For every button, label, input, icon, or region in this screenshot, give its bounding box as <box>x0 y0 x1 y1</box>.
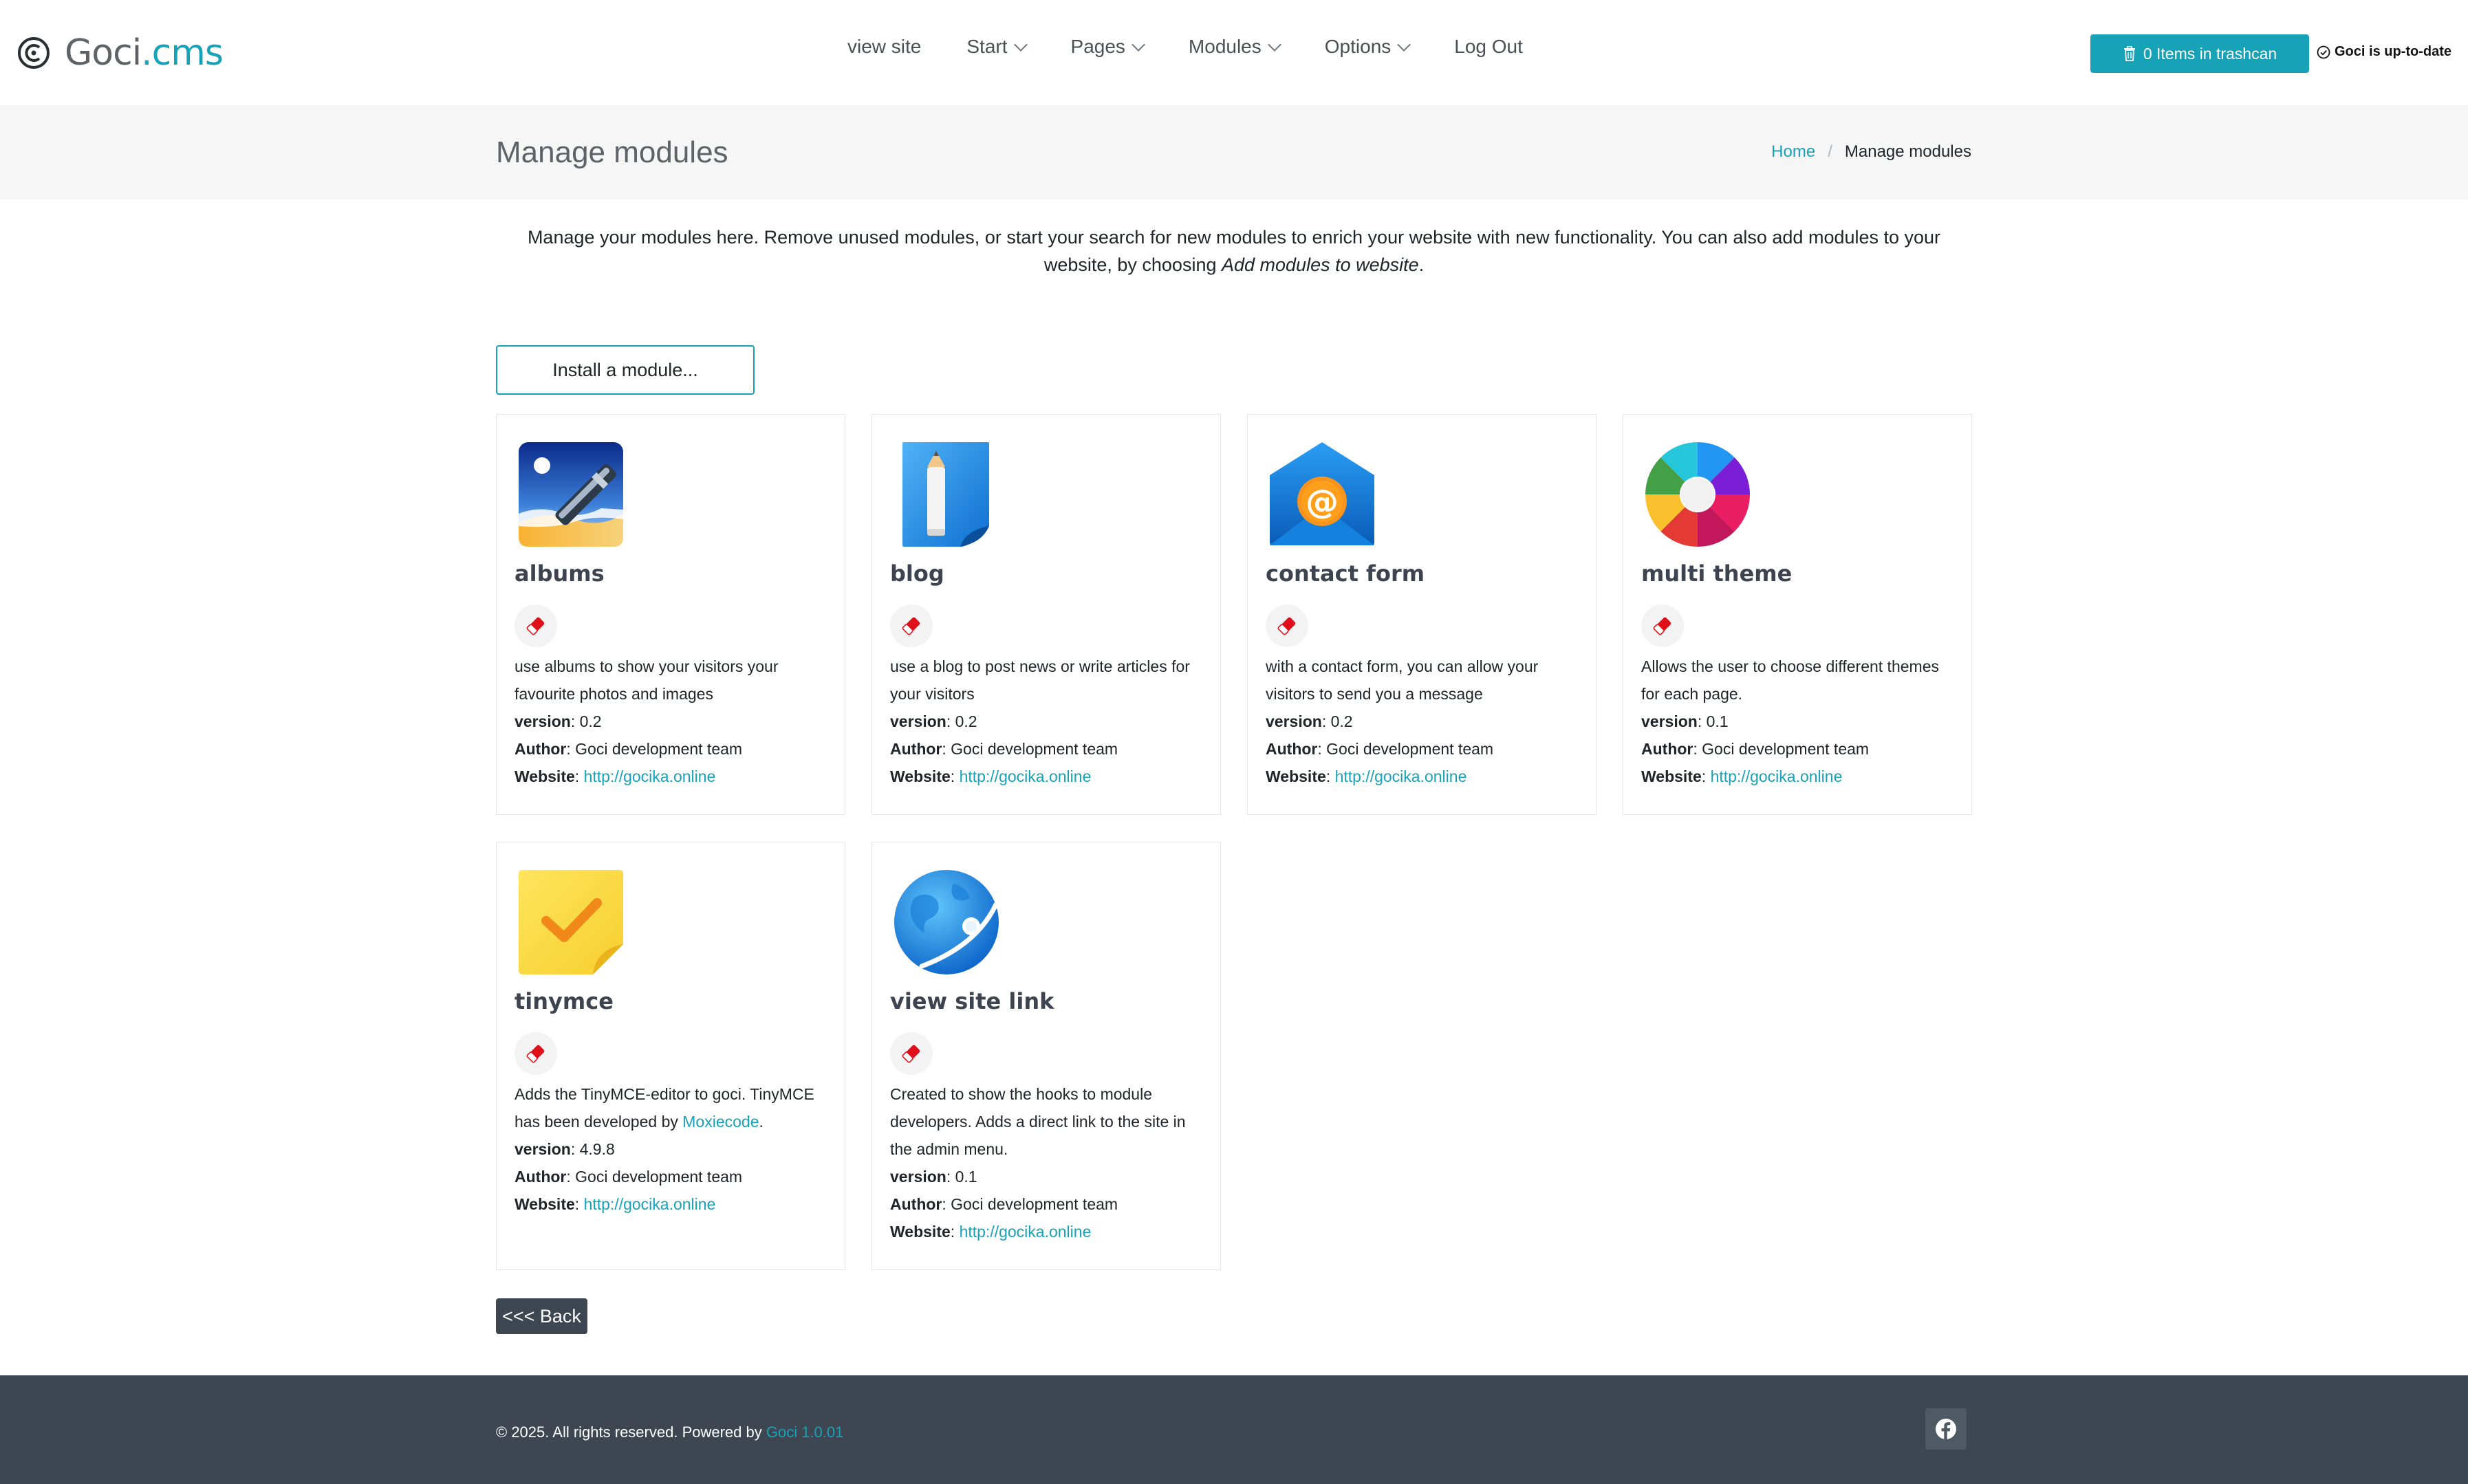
module-author: Author: Goci development team <box>890 1195 1118 1213</box>
update-status: Goci is up-to-date <box>2317 44 2451 60</box>
module-description: use a blog to post news or write article… <box>890 657 1190 703</box>
module-author: Author: Goci development team <box>515 1168 743 1186</box>
module-description: use albums to show your visitors your fa… <box>515 657 779 703</box>
module-author: Author: Goci development team <box>1641 740 1870 758</box>
module-version: version: 0.2 <box>1266 712 1353 730</box>
install-module-button[interactable]: Install a module... <box>496 345 755 395</box>
goci-logo-icon <box>17 36 51 70</box>
facebook-icon <box>1936 1419 1956 1439</box>
module-description: with a contact form, you can allow your … <box>1266 657 1539 703</box>
module-website-link[interactable]: http://gocika.online <box>584 767 716 785</box>
nav-options[interactable]: Options <box>1325 36 1411 58</box>
module-version: version: 4.9.8 <box>515 1140 615 1158</box>
breadcrumb-current: Manage modules <box>1844 142 1971 161</box>
module-version: version: 0.1 <box>890 1168 977 1186</box>
remove-module-button[interactable] <box>515 604 557 647</box>
nav-start[interactable]: Start <box>966 36 1028 58</box>
module-name: blog <box>890 560 944 587</box>
module-name: contact form <box>1266 560 1425 587</box>
module-website: Website: http://gocika.online <box>890 1223 1092 1241</box>
module-description: Adds the TinyMCE-editor to goci. TinyMCE… <box>515 1085 814 1131</box>
module-card-tinymce: tinymce Adds the TinyMCE-editor to goci.… <box>496 842 845 1270</box>
back-button[interactable]: <<< Back <box>496 1298 587 1334</box>
module-website-link[interactable]: http://gocika.online <box>1335 767 1467 785</box>
module-card-view-site-link: view site link Created to show the hooks… <box>872 842 1221 1270</box>
update-status-label: Goci is up-to-date <box>2335 44 2451 59</box>
eraser-icon <box>902 617 920 635</box>
breadcrumb: Home / Manage modules <box>1771 142 1971 162</box>
module-name: view site link <box>890 988 1054 1014</box>
powered-by-link[interactable]: Goci 1.0.01 <box>766 1423 844 1441</box>
top-navbar: Goci.cms view site Start Pages Modules O… <box>0 0 2468 105</box>
module-website-link[interactable]: http://gocika.online <box>960 767 1092 785</box>
module-version: version: 0.2 <box>890 712 977 730</box>
eraser-icon <box>1653 617 1671 635</box>
module-website-link[interactable]: http://gocika.online <box>584 1195 716 1213</box>
intro-emphasis: Add modules to website <box>1221 254 1419 275</box>
breadcrumb-separator: / <box>1828 142 1832 161</box>
module-card-multi-theme: multi theme Allows the user to choose di… <box>1623 414 1972 815</box>
trashcan-button[interactable]: 0 Items in trashcan <box>2090 34 2309 73</box>
module-website: Website: http://gocika.online <box>515 767 716 785</box>
module-version: version: 0.1 <box>1641 712 1729 730</box>
blog-icon <box>894 442 999 547</box>
module-version: version: 0.2 <box>515 712 602 730</box>
module-author: Author: Goci development team <box>890 740 1118 758</box>
module-description: Created to show the hooks to module deve… <box>890 1085 1186 1158</box>
module-card-albums: albums use albums to show your visitors … <box>496 414 845 815</box>
chevron-down-icon <box>1397 38 1411 52</box>
module-name: albums <box>515 560 605 587</box>
trash-icon <box>2123 46 2135 61</box>
nav-pages[interactable]: Pages <box>1071 36 1145 58</box>
eraser-icon <box>526 617 545 635</box>
view-site-link-icon <box>894 870 999 974</box>
module-card-blog: blog use a blog to post news or write ar… <box>872 414 1221 815</box>
module-website: Website: http://gocika.online <box>515 1195 716 1213</box>
intro-text: Manage your modules here. Remove unused … <box>527 227 1941 275</box>
module-website: Website: http://gocika.online <box>890 767 1092 785</box>
nav-log-out[interactable]: Log Out <box>1454 36 1523 58</box>
footer: © 2025. All rights reserved. Powered by … <box>0 1375 2468 1484</box>
module-author: Author: Goci development team <box>1266 740 1494 758</box>
eraser-icon <box>902 1045 920 1063</box>
module-website-link[interactable]: http://gocika.online <box>960 1223 1092 1241</box>
trashcan-label: 0 Items in trashcan <box>2143 44 2277 63</box>
page-header-band: Manage modules Home / Manage modules <box>0 105 2468 199</box>
remove-module-button[interactable] <box>1266 604 1308 647</box>
facebook-button[interactable] <box>1925 1408 1967 1450</box>
tinymce-icon <box>519 870 623 974</box>
svg-text:@: @ <box>1306 483 1339 521</box>
module-description: Allows the user to choose different them… <box>1641 657 1939 703</box>
main-nav: view site Start Pages Modules Options Lo… <box>847 36 1568 58</box>
albums-icon <box>519 442 623 547</box>
module-card-contact-form: @ contact form with a contact form, you … <box>1247 414 1596 815</box>
multi-theme-icon <box>1645 442 1750 547</box>
eraser-icon <box>526 1045 545 1063</box>
module-website: Website: http://gocika.online <box>1266 767 1467 785</box>
remove-module-button[interactable] <box>1641 604 1684 647</box>
page-title: Manage modules <box>496 135 728 169</box>
brand-logo[interactable]: Goci.cms <box>17 29 224 77</box>
contact-form-icon: @ <box>1270 442 1374 547</box>
module-author: Author: Goci development team <box>515 740 743 758</box>
check-circle-icon <box>2317 45 2330 58</box>
breadcrumb-home-link[interactable]: Home <box>1771 142 1815 162</box>
remove-module-button[interactable] <box>890 604 933 647</box>
module-name: tinymce <box>515 988 614 1014</box>
nav-view-site[interactable]: view site <box>847 36 921 58</box>
chevron-down-icon <box>1013 38 1028 52</box>
copyright-text: © 2025. All rights reserved. Powered by … <box>496 1423 844 1441</box>
chevron-down-icon <box>1267 38 1281 52</box>
eraser-icon <box>1277 617 1296 635</box>
nav-modules[interactable]: Modules <box>1189 36 1281 58</box>
brand-name: Goci.cms <box>65 32 224 74</box>
remove-module-button[interactable] <box>890 1032 933 1075</box>
module-website-link[interactable]: http://gocika.online <box>1711 767 1843 785</box>
module-website: Website: http://gocika.online <box>1641 767 1843 785</box>
remove-module-button[interactable] <box>515 1032 557 1075</box>
chevron-down-icon <box>1132 38 1145 52</box>
moxiecode-link[interactable]: Moxiecode <box>682 1113 759 1131</box>
module-name: multi theme <box>1641 560 1793 587</box>
